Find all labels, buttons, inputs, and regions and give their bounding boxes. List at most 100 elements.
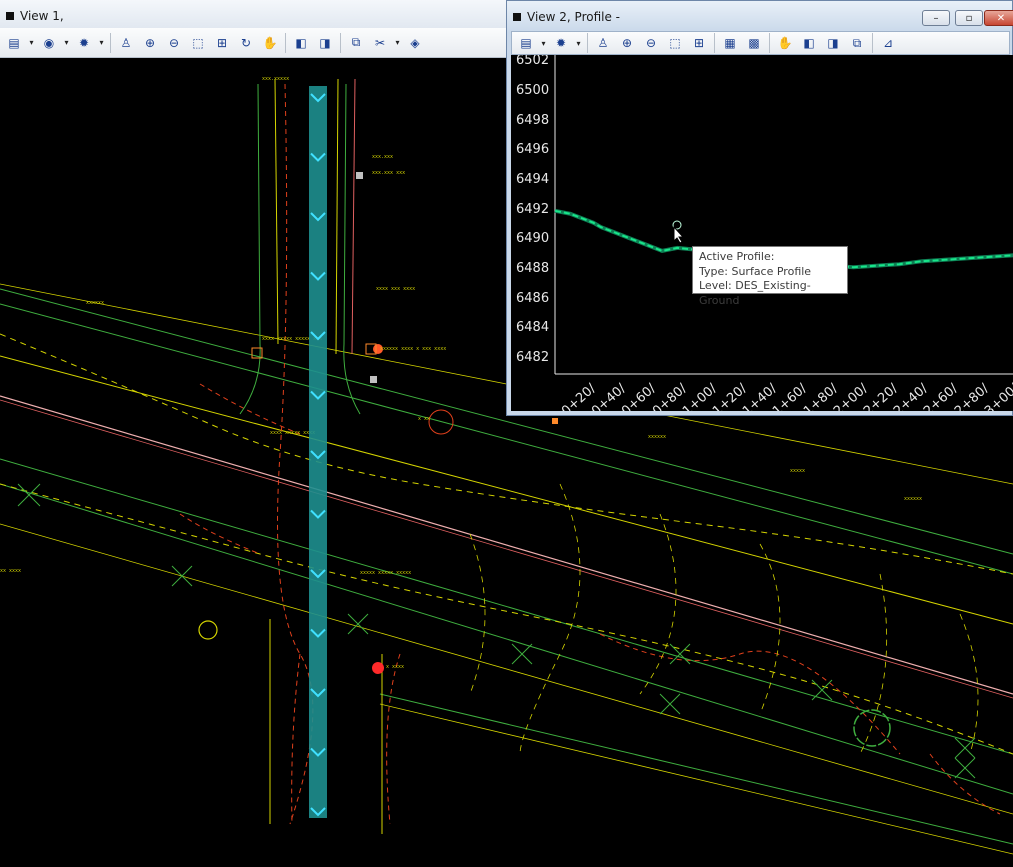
chevron-down-icon[interactable]: ▾ xyxy=(539,32,548,54)
next-view-icon[interactable]: ◨ xyxy=(314,32,336,54)
x-marker xyxy=(511,643,533,665)
zoom-out-icon[interactable]: ⊖ xyxy=(163,32,185,54)
grading-dashes xyxy=(179,513,261,555)
grading-dashes xyxy=(599,633,901,755)
clip-volume-icon[interactable]: ✂ xyxy=(369,32,391,54)
profile-view[interactable]: 6502 6500 6498 6496 6494 6492 6490 6488 6486 6484… xyxy=(511,55,1013,411)
cad-annotation: xxxxxx xyxy=(86,300,104,306)
rotate-view-icon[interactable]: ↻ xyxy=(235,32,257,54)
window-menu-icon[interactable] xyxy=(513,13,521,21)
update-view-icon[interactable]: ♙ xyxy=(115,32,137,54)
side-street-edge xyxy=(274,78,279,345)
maximize-button[interactable]: ▫ xyxy=(955,10,983,26)
contour-dashes xyxy=(759,543,781,715)
next-view-icon[interactable]: ◨ xyxy=(822,32,844,54)
toolbar-separator xyxy=(110,32,111,53)
pan-icon[interactable]: ✋ xyxy=(259,32,281,54)
fit-view-icon[interactable]: ⊞ xyxy=(211,32,233,54)
road-line xyxy=(0,483,1013,795)
hydrant-symbol xyxy=(372,662,384,674)
contour-dashes xyxy=(469,533,486,695)
road-edge-line xyxy=(0,399,1013,699)
view-3d-icon[interactable]: ◈ xyxy=(404,32,426,54)
side-street-edge xyxy=(351,78,356,355)
display-style-icon[interactable]: ◉ xyxy=(38,32,60,54)
minimize-button[interactable]: – xyxy=(922,10,950,26)
side-street-edge xyxy=(335,78,339,355)
road-line xyxy=(0,523,1013,815)
cad-annotation: xxx.xxx xxx xyxy=(372,170,405,176)
window-menu-icon[interactable] xyxy=(6,12,14,20)
view2-window: View 2, Profile - – ▫ ✕ ▤ ▾ ✹ ▾ ♙ ⊕ ⊖ ⬚ ⊞ ▦ ▩ ✋ ◧ ◨ ⧉ ⊿… xyxy=(506,0,1013,416)
toolbar-separator xyxy=(872,33,873,53)
lighting-icon[interactable]: ✹ xyxy=(550,32,572,54)
window-area-icon[interactable]: ⬚ xyxy=(664,32,686,54)
calculator-icon[interactable]: ▩ xyxy=(743,32,765,54)
grading-dashes xyxy=(929,753,1001,815)
mouse-cursor-icon xyxy=(673,226,685,244)
grid-icon[interactable]: ▦ xyxy=(719,32,741,54)
previous-view-icon[interactable]: ◧ xyxy=(290,32,312,54)
grading-dashes xyxy=(386,653,401,825)
chevron-down-icon[interactable]: ▾ xyxy=(27,32,36,54)
zoom-out-icon[interactable]: ⊖ xyxy=(640,32,662,54)
cad-annotation: xxxx xxxxx xxxx xyxy=(270,430,315,436)
toolbar-separator xyxy=(769,33,770,53)
profile-tooltip: Active Profile: Type: Surface Profile Le… xyxy=(692,246,848,307)
utility-box xyxy=(552,418,558,424)
zoom-in-icon[interactable]: ⊕ xyxy=(139,32,161,54)
x-marker xyxy=(954,757,976,779)
x-marker xyxy=(171,565,193,587)
zoom-in-icon[interactable]: ⊕ xyxy=(616,32,638,54)
side-street-edge xyxy=(343,83,361,415)
copy-view-icon[interactable]: ⧉ xyxy=(846,32,868,54)
toolbar-separator xyxy=(587,33,588,53)
cad-annotation: xxxxxx xyxy=(904,496,922,502)
profile-tools-icon[interactable]: ⊿ xyxy=(877,32,899,54)
previous-view-icon[interactable]: ◧ xyxy=(798,32,820,54)
view1-title: View 1, xyxy=(20,9,64,23)
x-marker xyxy=(669,643,691,665)
lighting-icon[interactable]: ✹ xyxy=(73,32,95,54)
view2-toolbar: ▤ ▾ ✹ ▾ ♙ ⊕ ⊖ ⬚ ⊞ ▦ ▩ ✋ ◧ ◨ ⧉ ⊿ xyxy=(511,31,1010,55)
cad-annotation: xxx.xxxxx xyxy=(262,76,289,82)
cad-annotation: xxxxx xxxxx xxxxx xyxy=(360,570,411,576)
road-line xyxy=(379,693,1013,845)
tooltip-line-3: Level: DES_Existing-Ground xyxy=(699,279,811,307)
grading-dashes xyxy=(291,653,301,825)
cad-annotation: xxxx xxx xxxx xyxy=(376,286,415,292)
pan-icon[interactable]: ✋ xyxy=(774,32,796,54)
contour-dashes xyxy=(639,513,677,695)
update-view-icon[interactable]: ♙ xyxy=(592,32,614,54)
utility-symbol xyxy=(198,620,218,640)
road-line xyxy=(0,458,1013,755)
chevron-down-icon[interactable]: ▾ xyxy=(62,32,71,54)
cad-annotation: xxxxxx xxxx x xxx xxxx xyxy=(380,346,446,352)
tree-symbol xyxy=(853,709,891,747)
cad-annotation: xxxxxx xyxy=(648,434,666,440)
contour-dashes xyxy=(859,573,888,755)
chevron-down-icon[interactable]: ▾ xyxy=(574,32,583,54)
chevron-down-icon[interactable]: ▾ xyxy=(97,32,106,54)
cad-annotation: xx xxxx xyxy=(0,568,21,574)
chevron-down-icon[interactable]: ▾ xyxy=(393,32,402,54)
tooltip-line-1: Active Profile: xyxy=(699,250,775,263)
utility-box xyxy=(370,376,377,383)
x-marker xyxy=(659,693,681,715)
toolbar-separator xyxy=(285,32,286,53)
view2-titlebar[interactable]: View 2, Profile - – ▫ ✕ xyxy=(507,1,1013,33)
view-attributes-icon[interactable]: ▤ xyxy=(515,32,537,54)
cad-annotation: x xx xyxy=(418,416,430,422)
side-street-edge xyxy=(239,83,261,415)
view2-title: View 2, Profile - xyxy=(527,10,621,24)
copy-view-icon[interactable]: ⧉ xyxy=(345,32,367,54)
utility-box xyxy=(356,172,363,179)
toolbar-separator xyxy=(340,32,341,53)
window-area-icon[interactable]: ⬚ xyxy=(187,32,209,54)
view-attributes-icon[interactable]: ▤ xyxy=(3,32,25,54)
fit-view-icon[interactable]: ⊞ xyxy=(688,32,710,54)
tooltip-line-2: Type: Surface Profile xyxy=(699,264,812,278)
x-marker xyxy=(347,613,369,635)
contour-dashes xyxy=(959,613,979,755)
close-button[interactable]: ✕ xyxy=(984,10,1013,26)
